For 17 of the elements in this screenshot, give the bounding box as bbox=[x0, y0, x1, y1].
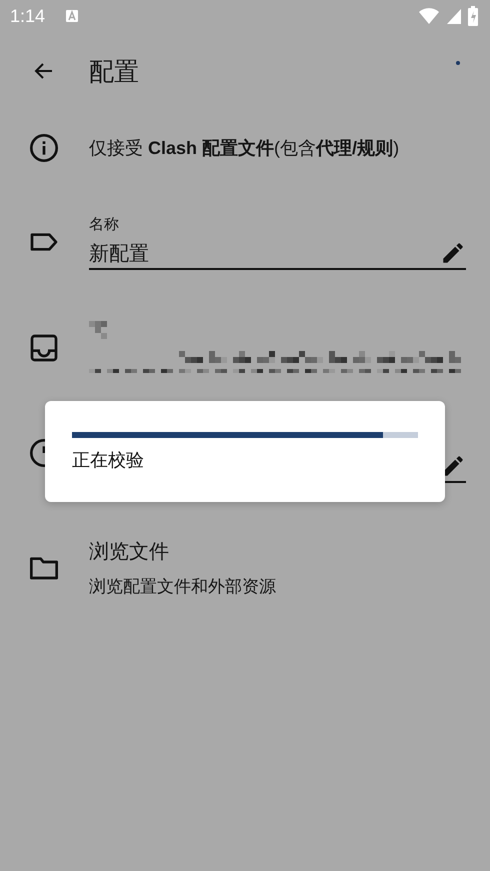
info-icon bbox=[28, 132, 60, 164]
loading-dot-icon bbox=[456, 61, 460, 65]
battery-icon bbox=[468, 6, 478, 26]
field-label: 名称 bbox=[89, 214, 120, 234]
browse-title[interactable]: 浏览文件 bbox=[89, 538, 276, 565]
signal-icon bbox=[446, 7, 462, 25]
page-title: 配置 bbox=[89, 56, 139, 88]
notice-text: 仅接受 Clash 配置文件(包含代理/规则) bbox=[89, 137, 400, 160]
dialog-message: 正在校验 bbox=[72, 449, 145, 472]
browse-subtitle: 浏览配置文件和外部资源 bbox=[89, 576, 276, 598]
notification-icon bbox=[65, 9, 80, 23]
field-value: 新配置 bbox=[89, 242, 149, 266]
wifi-icon bbox=[418, 7, 440, 25]
name-field[interactable]: 名称 新配置 bbox=[89, 214, 466, 270]
status-time: 1:14 bbox=[10, 6, 46, 26]
clock-icon bbox=[28, 437, 45, 469]
inbox-icon bbox=[28, 332, 60, 364]
